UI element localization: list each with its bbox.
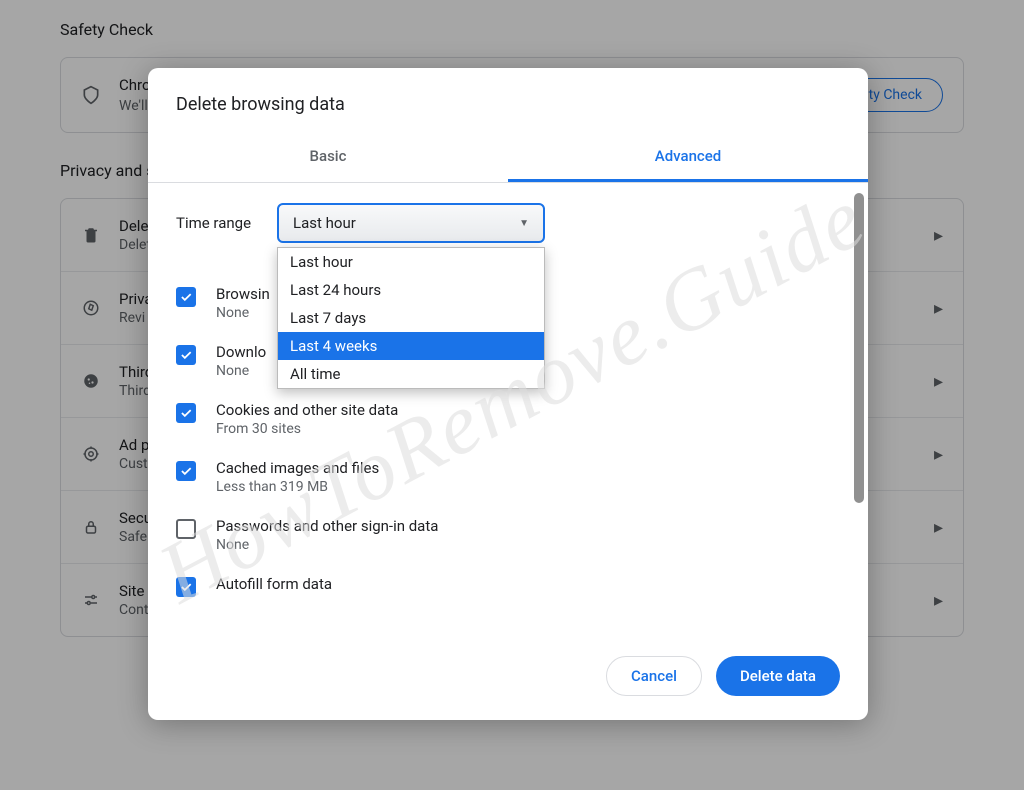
item-cookies[interactable]: Cookies and other site dataFrom 30 sites xyxy=(176,401,840,437)
checkbox[interactable] xyxy=(176,577,196,597)
dropdown-option-last-hour[interactable]: Last hour xyxy=(278,248,544,276)
checkbox[interactable] xyxy=(176,461,196,481)
delete-browsing-data-dialog: Delete browsing data Basic Advanced Time… xyxy=(148,68,868,720)
time-range-label: Time range xyxy=(176,214,251,232)
checkbox[interactable] xyxy=(176,403,196,423)
caret-down-icon: ▼ xyxy=(519,218,529,229)
dropdown-option-all-time[interactable]: All time xyxy=(278,360,544,388)
tab-advanced[interactable]: Advanced xyxy=(508,133,868,182)
checkbox[interactable] xyxy=(176,345,196,365)
dialog-tabs: Basic Advanced xyxy=(148,133,868,183)
dialog-title: Delete browsing data xyxy=(148,68,868,133)
time-range-select[interactable]: Last hour ▼ xyxy=(277,203,545,243)
cancel-button[interactable]: Cancel xyxy=(606,656,702,696)
item-passwords[interactable]: Passwords and other sign-in dataNone xyxy=(176,517,840,553)
item-autofill[interactable]: Autofill form data xyxy=(176,575,840,597)
time-range-dropdown: Last hour Last 24 hours Last 7 days Last… xyxy=(277,247,545,389)
checkbox[interactable] xyxy=(176,287,196,307)
delete-data-button[interactable]: Delete data xyxy=(716,656,840,696)
dropdown-option-last-24-hours[interactable]: Last 24 hours xyxy=(278,276,544,304)
checkbox[interactable] xyxy=(176,519,196,539)
scrollbar[interactable] xyxy=(854,193,864,503)
time-range-value: Last hour xyxy=(293,214,356,232)
dropdown-option-last-4-weeks[interactable]: Last 4 weeks xyxy=(278,332,544,360)
dropdown-option-last-7-days[interactable]: Last 7 days xyxy=(278,304,544,332)
item-cached-images[interactable]: Cached images and filesLess than 319 MB xyxy=(176,459,840,495)
tab-basic[interactable]: Basic xyxy=(148,133,508,182)
